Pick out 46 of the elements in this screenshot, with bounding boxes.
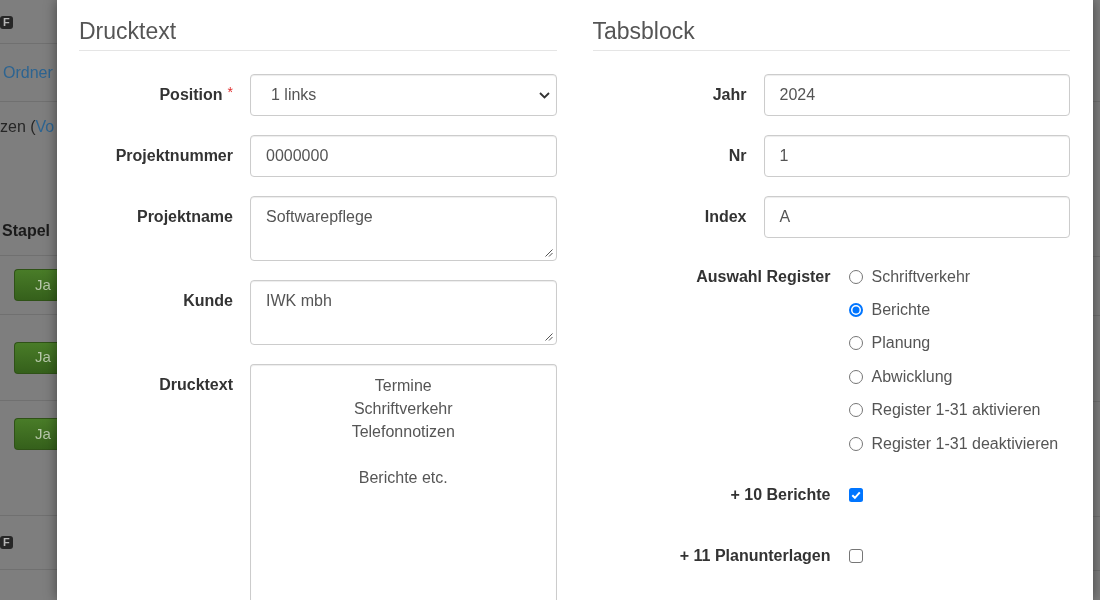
field-label: Jahr xyxy=(712,85,747,105)
yes-button[interactable]: Ja xyxy=(14,418,57,450)
radio-option[interactable]: Planung xyxy=(847,326,1059,361)
section-title: Drucktext xyxy=(79,18,178,44)
text-area[interactable]: IWK mbh xyxy=(250,280,557,345)
section-title: Tabsblock xyxy=(592,18,696,44)
radio-icon[interactable] xyxy=(848,303,863,318)
radio-option[interactable]: Abwicklung xyxy=(847,360,1059,394)
field-label: Auswahl Register xyxy=(696,266,831,287)
field-label: Index xyxy=(704,207,747,227)
required-mark: * xyxy=(227,85,233,99)
text-field[interactable]: A xyxy=(763,196,1070,238)
note-text: zen ( xyxy=(0,117,36,137)
text-field[interactable]: 1 xyxy=(763,135,1070,177)
radio-icon[interactable] xyxy=(848,436,863,451)
radio-icon[interactable] xyxy=(848,336,863,351)
resize-handle-icon[interactable] xyxy=(544,333,553,341)
field-label: Drucktext xyxy=(159,375,233,395)
radio-icon[interactable] xyxy=(848,369,863,384)
field-label: + 11 Planunterlagen xyxy=(679,546,831,567)
field-label: Position xyxy=(159,85,223,105)
field-label: Kunde xyxy=(183,291,233,311)
file-badge: F xyxy=(0,536,13,549)
radio-icon[interactable] xyxy=(848,269,863,284)
radio-icon[interactable] xyxy=(848,403,863,418)
radio-option[interactable]: Register 1-31 deaktivieren xyxy=(847,426,1059,461)
radio-option[interactable]: Register 1-31 aktivieren xyxy=(847,393,1059,427)
checkbox[interactable] xyxy=(848,549,863,564)
yes-button[interactable]: Ja xyxy=(14,341,57,374)
text-area[interactable]: Termine Schriftverkehr Telefonnotizen Berichte etc. xyxy=(250,364,557,600)
yes-button[interactable]: Ja xyxy=(14,269,57,301)
field-label: Projektname xyxy=(136,207,233,227)
resize-handle-icon[interactable] xyxy=(544,249,553,257)
field-label: + 10 Berichte xyxy=(730,485,831,506)
field-label: Nr xyxy=(728,146,747,166)
select-field[interactable]: 1 links xyxy=(250,74,557,116)
file-badge: F xyxy=(0,16,13,29)
column-header: Stapel xyxy=(2,221,50,241)
chevron-down-icon xyxy=(538,91,550,99)
radio-option[interactable]: Berichte xyxy=(847,293,1059,327)
text-field[interactable]: 2024 xyxy=(763,74,1070,116)
radio-option[interactable]: Schriftverkehr xyxy=(847,260,1059,294)
checkbox[interactable] xyxy=(848,488,863,503)
field-label: Projektnummer xyxy=(115,146,233,166)
text-field[interactable]: 0000000 xyxy=(250,135,557,177)
text-area[interactable]: Softwarepflege xyxy=(250,196,557,261)
